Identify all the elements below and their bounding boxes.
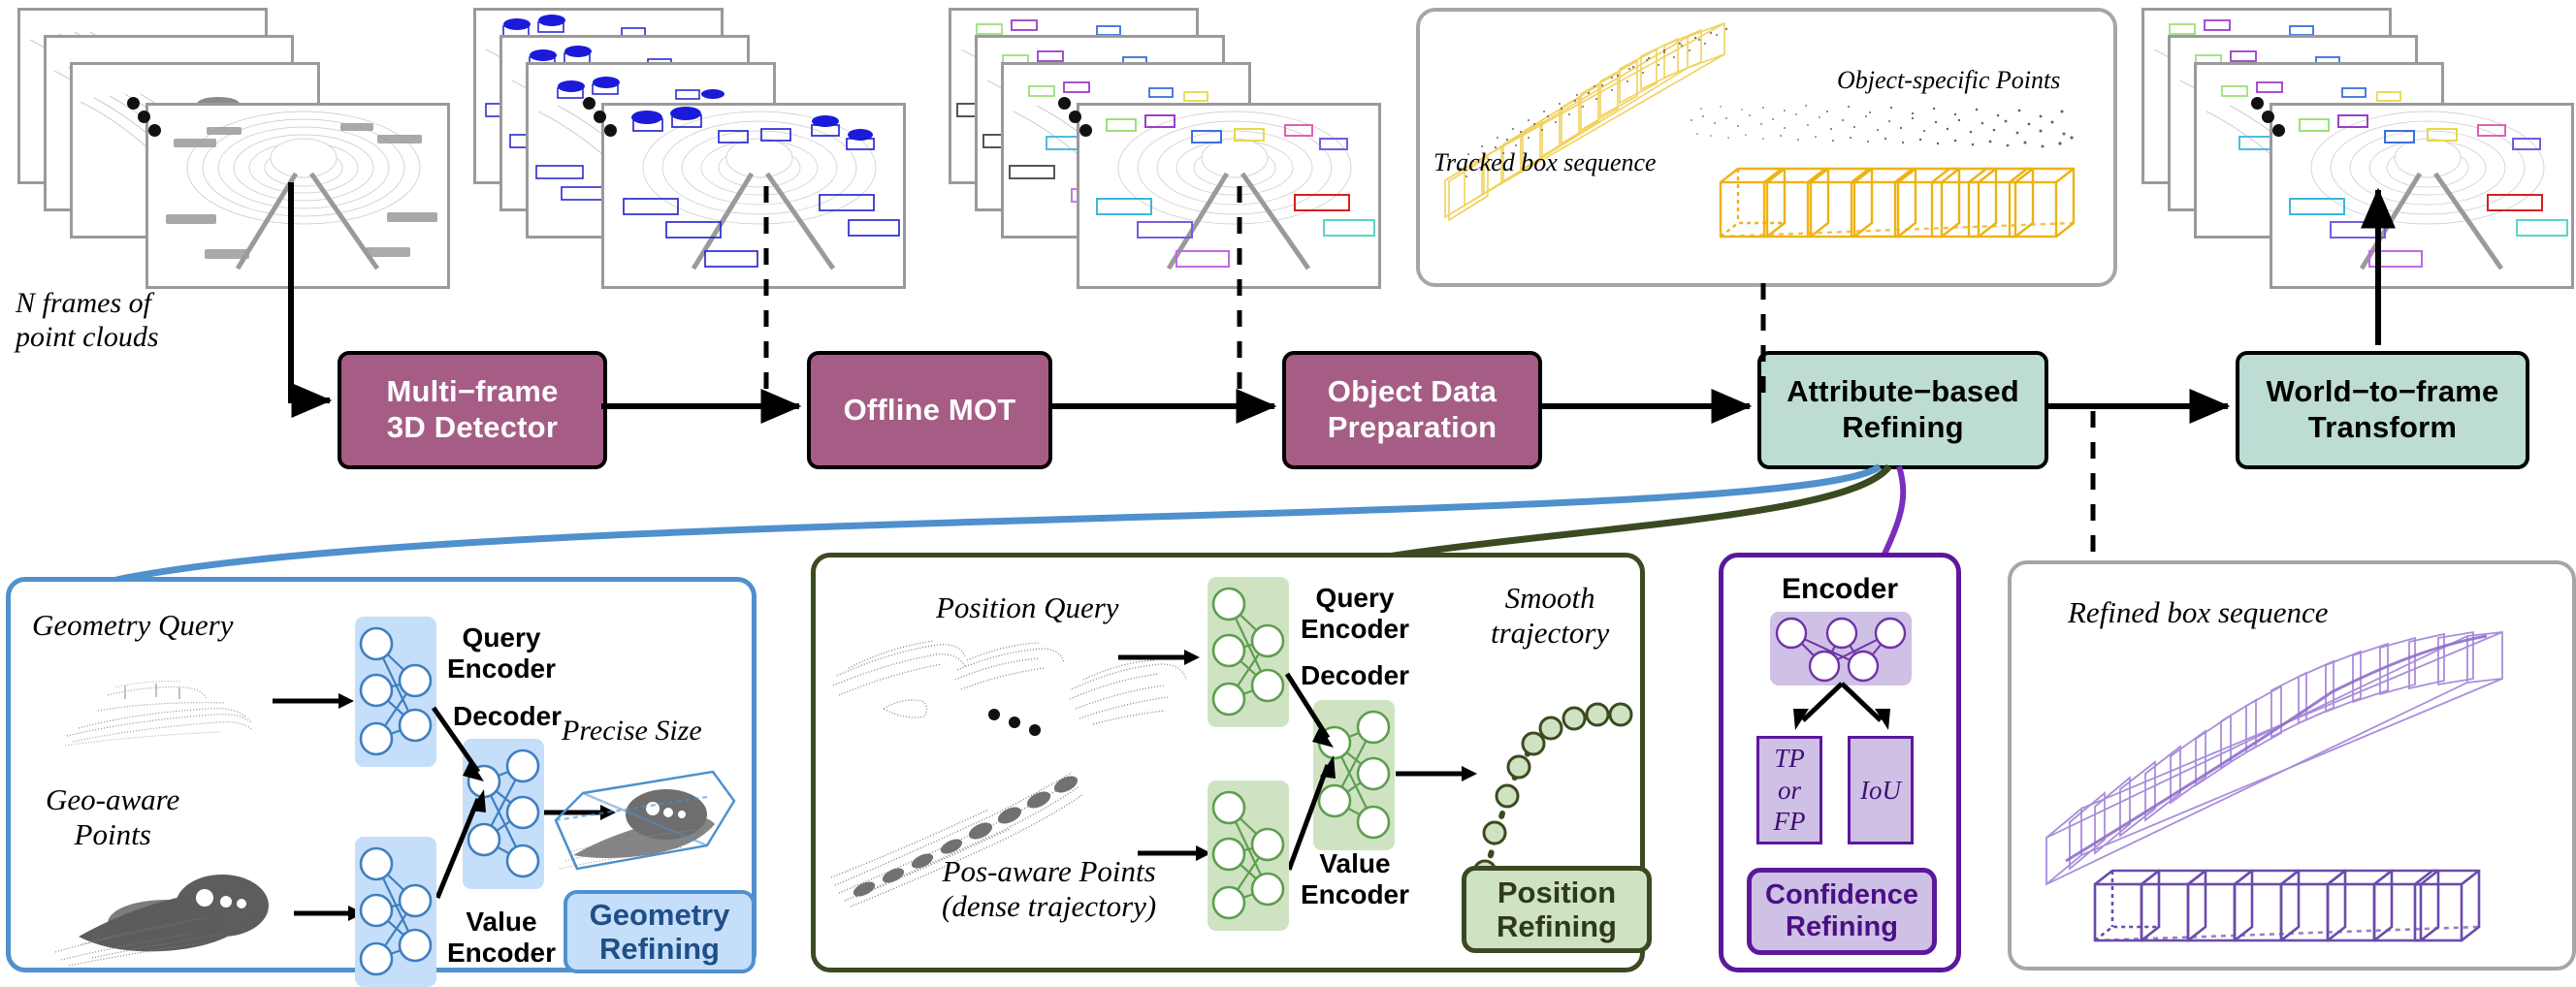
- tp-fp-label: TP or FP: [1773, 744, 1806, 837]
- geometry-fusion-arrows: [431, 706, 486, 899]
- confidence-branch-arrows: [1793, 682, 1890, 730]
- position-query-points: [832, 640, 1187, 736]
- nn-graph: [1211, 587, 1285, 716]
- position-refining-tag-label: Position Refining: [1497, 875, 1617, 943]
- tracking-frames-stack: [949, 8, 1381, 289]
- stage-label: Object Data Preparation: [1327, 374, 1497, 444]
- arrow-pquery-to-encoder: [1118, 650, 1200, 665]
- confidence-encoder-nn: [1770, 612, 1912, 685]
- point-cloud-frame-main: [145, 103, 450, 289]
- geometry-query-label: Geometry Query: [32, 608, 234, 642]
- ellipsis-dots: [1058, 97, 1097, 143]
- object-specific-points-label: Object-specific Points: [1837, 66, 2061, 94]
- stage-object-data-preparation[interactable]: Object Data Preparation: [1282, 351, 1542, 469]
- position-query-encoder-label: Query Encoder: [1301, 583, 1410, 644]
- tracking-main: [1096, 111, 1375, 271]
- geometry-refining-panel: Geometry Query Query Encoder Decoder Pre…: [6, 577, 757, 987]
- stage-offline-mot[interactable]: Offline MOT: [807, 351, 1052, 469]
- geometry-value-encoder-label: Value Encoder: [447, 907, 557, 968]
- refined-box-illustration: [2045, 630, 2503, 942]
- input-caption: N frames of point clouds: [16, 287, 159, 353]
- arrow-query-to-encoder: [273, 693, 354, 709]
- precise-size-label: Precise Size: [562, 715, 702, 747]
- position-query-encoder-nn: [1208, 577, 1289, 727]
- stage-label: World−to−frame Transform: [2266, 374, 2499, 444]
- object-data-panel: Tracked box sequence Object-specific Poi…: [1416, 8, 2117, 287]
- input-frames-stack: [17, 8, 450, 289]
- ellipsis-dots: [583, 97, 622, 143]
- position-value-encoder-nn: [1208, 780, 1289, 931]
- geometry-refining-tag: Geometry Refining: [564, 890, 756, 973]
- geo-aware-points-cloud: [54, 875, 269, 967]
- stage-multi-frame-3d-detector[interactable]: Multi−frame 3D Detector: [338, 351, 607, 469]
- position-value-encoder-label: Value Encoder: [1301, 848, 1410, 909]
- ellipsis-dots: [2251, 97, 2290, 143]
- point-cloud-frame-main: [601, 103, 906, 289]
- lidar-scan-main: [166, 111, 437, 271]
- geometry-value-encoder-nn: [355, 837, 436, 987]
- output-main: [2289, 111, 2568, 271]
- stage-world-to-frame-transform[interactable]: World−to−frame Transform: [2236, 351, 2529, 469]
- geometry-refining-tag-label: Geometry Refining: [589, 897, 730, 966]
- confidence-encoder-label: Encoder: [1781, 573, 1899, 605]
- refined-box-sequence-panel: Refined box sequence: [2008, 560, 2576, 971]
- nn-graph: [1211, 790, 1285, 920]
- stage-label: Attribute−based Refining: [1787, 374, 2019, 444]
- arrow-posaware-to-value-encoder: [1138, 845, 1211, 861]
- nn-graph: [359, 846, 433, 976]
- stage-attribute-based-refining[interactable]: Attribute−based Refining: [1757, 351, 2048, 469]
- object-data-illustration: [1444, 21, 2076, 239]
- nn-graph: [359, 626, 433, 756]
- stage-label: Offline MOT: [843, 392, 1016, 427]
- geometry-query-points: [64, 681, 254, 747]
- detection-frames-stack: [473, 8, 906, 289]
- stage-label: Multi−frame 3D Detector: [386, 374, 559, 444]
- geometry-query-encoder-nn: [355, 617, 436, 767]
- tracked-box-sequence-label: Tracked box sequence: [1433, 148, 1657, 176]
- confidence-head-iou: IoU: [1848, 736, 1914, 844]
- iou-label: IoU: [1860, 775, 1901, 805]
- precise-size-box: [554, 770, 736, 871]
- pos-aware-points-label: Pos-aware Points (dense trajectory): [942, 854, 1157, 923]
- output-frames-stack: [2141, 8, 2574, 289]
- geometry-query-encoder-label: Query Encoder: [447, 622, 557, 684]
- position-refining-tag: Position Refining: [1462, 866, 1652, 953]
- smooth-trajectory-label: Smooth trajectory: [1491, 581, 1610, 650]
- point-cloud-frame-main: [1077, 103, 1381, 289]
- position-refining-panel: Position Query Query Encoder Decoder Smo…: [811, 553, 1652, 972]
- confidence-refining-tag-label: Confidence Refining: [1765, 878, 1918, 942]
- ellipsis-dots: [127, 97, 166, 143]
- detection-main: [623, 107, 900, 271]
- confidence-refining-panel: Encoder TP or FP IoU Confidence Refining: [1719, 553, 1961, 972]
- confidence-head-tp-fp: TP or FP: [1756, 736, 1822, 844]
- point-cloud-frame-main: [2270, 103, 2574, 289]
- nn-graph: [1775, 617, 1907, 683]
- geo-aware-points-label: Geo-aware Points: [46, 782, 180, 851]
- confidence-refining-tag: Confidence Refining: [1747, 868, 1937, 955]
